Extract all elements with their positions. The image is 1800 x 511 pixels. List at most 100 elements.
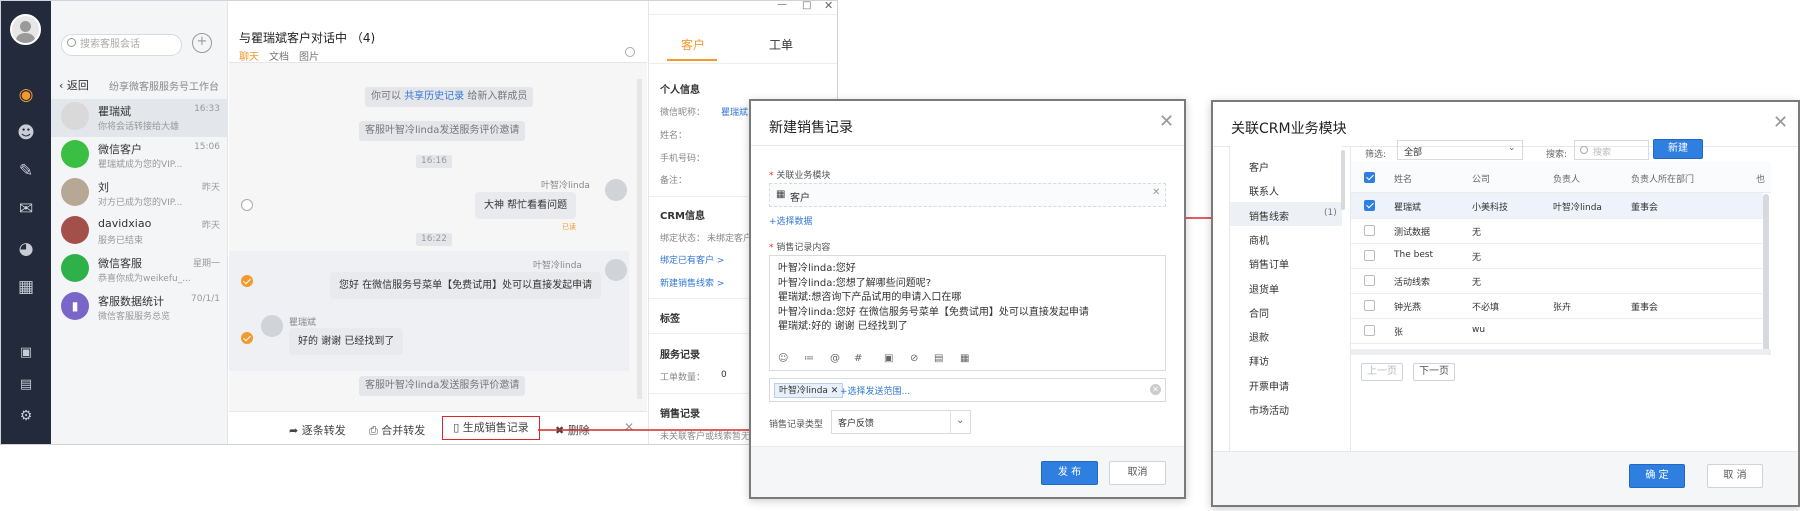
link-crm-module-dialog: 关联CRM业务模块 ✕ 客户 联系人 销售线索 (1) 商机 销售订单 退货单 … xyxy=(1211,100,1800,507)
publish-button[interactable]: 发 布 xyxy=(1041,461,1098,485)
screenshot-stage: ◉ ☻ ✎ ✉ ◕ ▦ ▣ ▤ ⚙ 搜索客服会话 + ‹ 返回 纷享微客服服务号… xyxy=(0,0,1800,511)
cell-name: 瞿瑞斌 xyxy=(1394,203,1422,213)
mention-icon[interactable]: @ xyxy=(830,353,840,364)
cell-company: 无 xyxy=(1472,228,1482,238)
module-item[interactable]: 联系人 xyxy=(1249,183,1279,198)
send-scope-field[interactable]: 叶智冷linda ✕ +选择发送范围... ✕ xyxy=(769,378,1166,402)
cell-name: 活动线索 xyxy=(1394,278,1431,288)
table-scrollbar[interactable] xyxy=(1763,194,1769,354)
module-item[interactable]: 商机 xyxy=(1249,232,1269,247)
divider xyxy=(751,145,1184,146)
cell-name: 张 xyxy=(1394,328,1404,338)
column-header: 负责人 xyxy=(1553,175,1581,185)
prev-page-button[interactable]: 上一页 xyxy=(1361,363,1403,381)
cell-owner: 张卉 xyxy=(1553,303,1572,313)
row-divider xyxy=(1351,318,1762,319)
search-input[interactable]: 搜索 xyxy=(1574,140,1649,160)
content-label-text: 销售记录内容 xyxy=(776,243,831,253)
row-checkbox[interactable] xyxy=(1364,200,1375,211)
list-icon[interactable]: ≔ xyxy=(804,353,814,364)
row-checkbox[interactable] xyxy=(1364,325,1375,336)
attachment-icon[interactable]: ⊘ xyxy=(910,353,918,364)
module-item[interactable]: 开票申请 xyxy=(1249,378,1289,393)
new-sales-record-dialog: 新建销售记录 ✕ * 关联业务模块 ▦ 客户 ✕ +选择数据 * 销售记录内容 … xyxy=(749,99,1186,499)
cell-name: The best xyxy=(1394,250,1434,260)
cancel-button[interactable]: 取 消 xyxy=(1707,464,1763,488)
row-divider xyxy=(1351,268,1762,269)
row-checkbox[interactable] xyxy=(1364,300,1375,311)
filter-select[interactable]: 全部 ⌄ xyxy=(1397,140,1523,160)
cell-name: 钟光燕 xyxy=(1394,303,1422,313)
row-checkbox[interactable] xyxy=(1364,275,1375,286)
module-value: 客户 xyxy=(790,193,810,204)
module-item[interactable]: 退款 xyxy=(1249,329,1269,344)
search-icon xyxy=(1580,146,1588,154)
close-icon[interactable]: ✕ xyxy=(1159,113,1174,131)
module-item[interactable]: 销售订单 xyxy=(1249,256,1289,271)
module-item-selected[interactable]: 销售线索 xyxy=(1249,208,1289,223)
row-divider xyxy=(1351,293,1762,294)
cell-dept: 董事会 xyxy=(1631,303,1659,313)
column-header: 姓名 xyxy=(1394,175,1413,185)
image-icon[interactable]: ▣ xyxy=(884,353,893,364)
dialog-title: 关联CRM业务模块 xyxy=(1231,121,1347,137)
cell-dept: 董事会 xyxy=(1631,203,1659,213)
table-icon[interactable]: ▦ xyxy=(960,353,969,364)
content-line: 叶智冷linda:您好 在微信服务号菜单【免费试用】处可以直接发起申请 xyxy=(778,306,1089,318)
scope-tag[interactable]: 叶智冷linda ✕ xyxy=(774,383,844,398)
row-divider xyxy=(1351,343,1762,344)
cell-company: 不必填 xyxy=(1472,303,1500,313)
clear-icon[interactable]: ✕ xyxy=(1150,384,1161,395)
module-item[interactable]: 退货单 xyxy=(1249,281,1279,296)
module-label-text: 关联业务模块 xyxy=(776,171,831,181)
emoji-icon[interactable]: ☺ xyxy=(778,353,788,364)
column-header: 负责人所在部门 xyxy=(1631,175,1695,185)
row-checkbox[interactable] xyxy=(1364,250,1375,261)
module-item[interactable]: 市场活动 xyxy=(1249,402,1289,417)
scope-tag-text: 叶智冷linda xyxy=(779,386,828,396)
cell-company: 无 xyxy=(1472,253,1482,263)
cell-owner: 叶智冷linda xyxy=(1553,203,1602,213)
file-icon[interactable]: ▤ xyxy=(934,353,943,364)
row-checkbox[interactable] xyxy=(1364,225,1375,236)
module-item[interactable]: 拜访 xyxy=(1249,353,1269,368)
dialog-title: 新建销售记录 xyxy=(769,120,853,136)
filter-value: 全部 xyxy=(1404,148,1423,158)
hashtag-icon[interactable]: # xyxy=(854,353,862,364)
record-type-select[interactable]: 客户反馈 ⌄ xyxy=(831,410,971,434)
divider xyxy=(950,411,951,433)
module-select-box[interactable]: ▦ 客户 ✕ xyxy=(769,183,1166,207)
module-field-label: * 关联业务模块 xyxy=(769,171,831,181)
row-divider xyxy=(1351,243,1762,244)
search-placeholder: 搜索 xyxy=(1593,148,1612,158)
select-all-checkbox[interactable] xyxy=(1364,172,1375,183)
column-header: 公司 xyxy=(1472,175,1491,185)
clear-icon[interactable]: ✕ xyxy=(1152,187,1160,198)
grid-icon: ▦ xyxy=(776,189,786,200)
content-line: 叶智冷linda:您想了解哪些问题呢? xyxy=(778,277,932,289)
horizontal-scrollbar[interactable] xyxy=(1351,349,1771,355)
module-item[interactable]: 合同 xyxy=(1249,305,1269,320)
content-field-label: * 销售记录内容 xyxy=(769,243,831,253)
select-scope-link[interactable]: +选择发送范围... xyxy=(840,384,910,397)
select-data-link[interactable]: +选择数据 xyxy=(769,214,813,227)
content-lines: 叶智冷linda:您好 叶智冷linda:您想了解哪些问题呢? 瞿瑞斌:想咨询下… xyxy=(778,262,1089,335)
close-icon[interactable]: ✕ xyxy=(1773,114,1788,132)
cancel-button[interactable]: 取消 xyxy=(1109,461,1166,485)
editor-toolbar: ☺ ≔ @ # ▣ ⊘ ▤ ▦ xyxy=(778,353,1158,367)
cell-company: 无 xyxy=(1472,278,1482,288)
sales-content-editor[interactable]: 叶智冷linda:您好 叶智冷linda:您想了解哪些问题呢? 瞿瑞斌:想咨询下… xyxy=(769,255,1166,371)
row-divider xyxy=(1351,218,1762,219)
record-type-label: 销售记录类型 xyxy=(769,420,824,430)
module-item[interactable]: 客户 xyxy=(1249,159,1269,174)
cell-name: 测试数据 xyxy=(1394,228,1431,238)
chevron-down-icon: ⌄ xyxy=(956,415,965,426)
content-line: 瞿瑞斌:想咨询下产品试用的申请入口在哪 xyxy=(778,292,962,303)
confirm-button[interactable]: 确 定 xyxy=(1629,464,1685,488)
content-line: 瞿瑞斌:好的 谢谢 已经找到了 xyxy=(778,321,908,332)
next-page-button[interactable]: 下一页 xyxy=(1413,363,1455,381)
column-header: 也 xyxy=(1756,175,1766,185)
module-list-scrollbar[interactable] xyxy=(1341,150,1345,210)
new-button[interactable]: 新建 xyxy=(1653,139,1703,159)
cell-company: 小美科技 xyxy=(1472,203,1509,213)
